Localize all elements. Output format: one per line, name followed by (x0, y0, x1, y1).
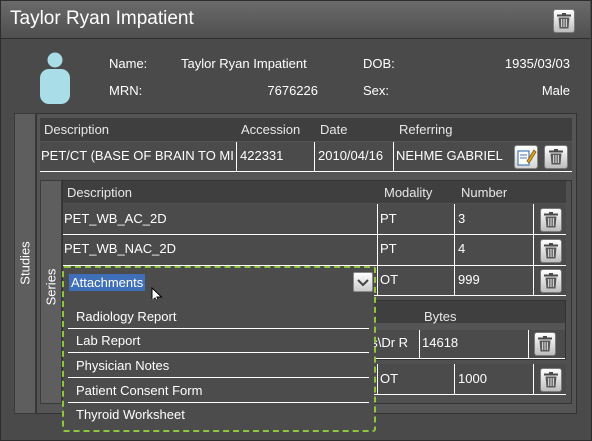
series-number: 999 (458, 272, 480, 287)
patient-sex: Male (541, 83, 570, 98)
edit-report-icon (517, 149, 537, 166)
studies-col-date: Date (320, 122, 348, 137)
series-col-description: Description (67, 185, 133, 200)
trash-icon (544, 243, 558, 259)
studies-col-description: Description (44, 122, 110, 137)
attachments-col-bytes: Bytes (424, 309, 457, 324)
series-modality: OT (380, 272, 399, 287)
series-number: 4 (458, 241, 466, 256)
studies-header (40, 118, 572, 141)
series-number: 3 (458, 211, 466, 226)
trash-icon (544, 212, 558, 228)
study-referring: NEHME GABRIEL (396, 148, 503, 163)
trash-icon (557, 13, 571, 29)
trash-icon (549, 149, 563, 165)
dob-label: DOB: (363, 56, 395, 71)
attachment-bytes: 14618 (422, 335, 459, 350)
patient-name: Taylor Ryan Impatient (181, 56, 307, 71)
edit-study-button[interactable] (514, 145, 538, 169)
series-tab-label: Series (43, 268, 59, 306)
window-title: Taylor Ryan Impatient (10, 8, 194, 29)
delete-series-button[interactable] (540, 368, 562, 392)
series-col-modality: Modality (384, 185, 433, 200)
delete-study-button[interactable] (544, 145, 568, 169)
delete-series-button[interactable] (540, 239, 562, 263)
series-modality: PT (380, 211, 397, 226)
study-date: 2010/04/16 (318, 148, 384, 163)
name-label: Name: (109, 56, 148, 71)
studies-tab-label: Studies (17, 241, 33, 285)
series-number: 1000 (458, 371, 487, 386)
dropdown-highlight-outline (62, 266, 376, 432)
series-description: PET_WB_NAC_2D (64, 241, 176, 256)
patient-mrn: 7676226 (267, 83, 318, 98)
series-modality: OT (380, 371, 399, 386)
delete-series-button[interactable] (540, 208, 562, 232)
patient-avatar-icon (40, 52, 70, 104)
series-col-number: Number (461, 185, 508, 200)
trash-icon (544, 273, 558, 289)
studies-col-accession: Accession (241, 122, 301, 137)
delete-series-button[interactable] (540, 269, 562, 293)
sex-label: Sex: (363, 83, 390, 98)
study-description: PET/CT (BASE OF BRAIN TO MID (41, 148, 234, 163)
trash-icon (544, 372, 558, 388)
patient-dob: 1935/03/03 (504, 56, 570, 71)
series-description: PET_WB_AC_2D (64, 211, 167, 226)
delete-attachment-button[interactable] (534, 332, 556, 356)
delete-patient-button[interactable] (553, 9, 575, 33)
trash-icon (538, 336, 552, 352)
study-accession: 422331 (240, 148, 284, 163)
mrn-label: MRN: (109, 83, 143, 98)
series-modality: PT (380, 241, 397, 256)
studies-col-referring: Referring (399, 122, 453, 137)
